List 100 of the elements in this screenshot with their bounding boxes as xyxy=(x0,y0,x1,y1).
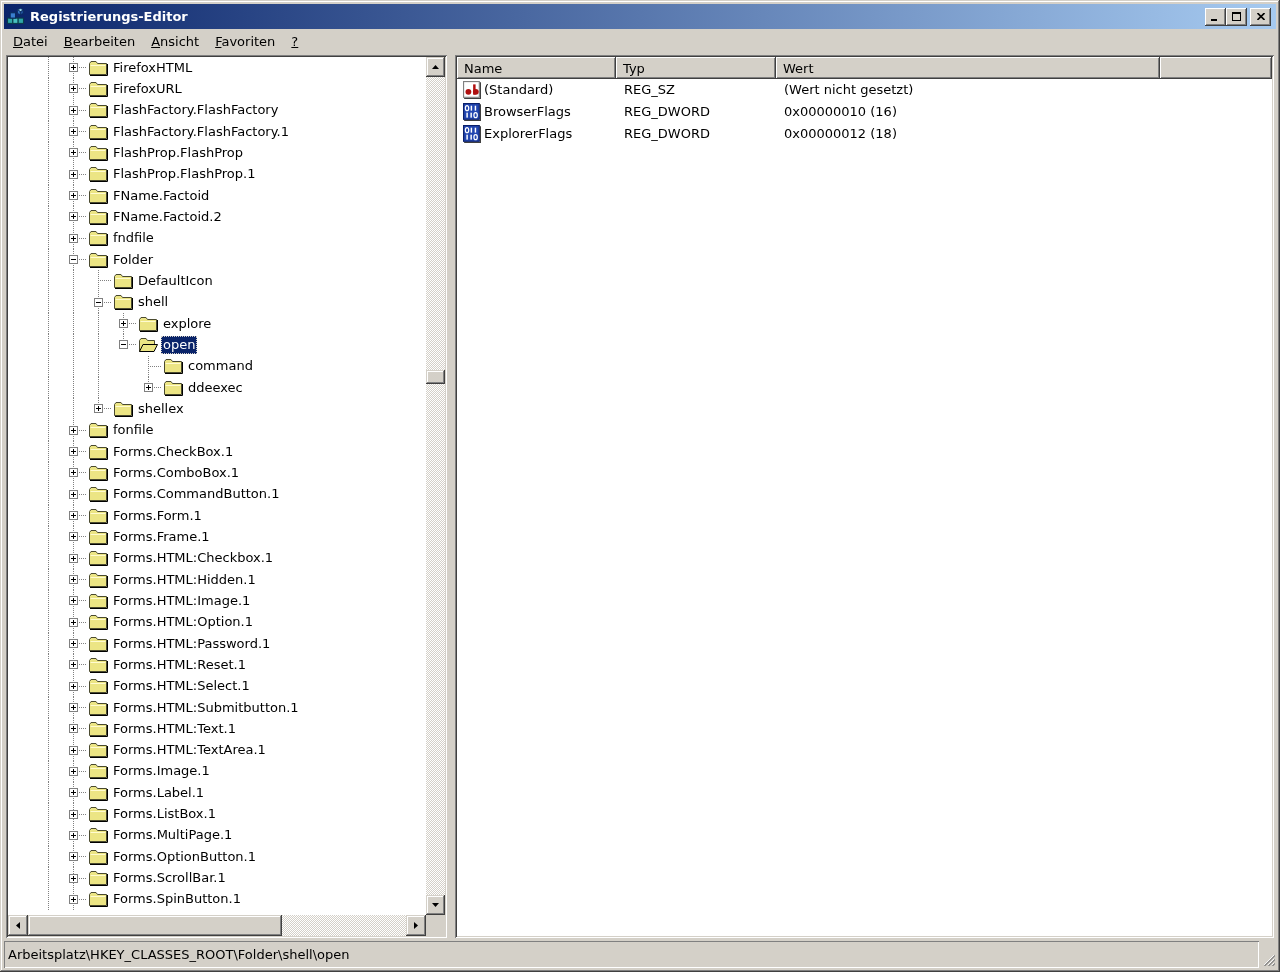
close-button[interactable] xyxy=(1250,7,1271,26)
maximize-button[interactable] xyxy=(1226,7,1247,26)
expand-icon[interactable] xyxy=(69,596,78,606)
expand-icon[interactable] xyxy=(69,553,78,563)
menu-item[interactable]: ? xyxy=(284,33,306,50)
value-name[interactable]: BrowserFlags xyxy=(483,104,572,120)
expand-icon[interactable] xyxy=(69,169,78,179)
collapse-icon[interactable] xyxy=(119,340,128,350)
expand-icon[interactable] xyxy=(69,84,78,94)
expand-icon[interactable] xyxy=(69,745,78,755)
folder-icon xyxy=(138,315,158,332)
tree-item[interactable]: Forms.HTML:Checkbox.1 xyxy=(111,549,276,568)
tree-item[interactable]: Forms.HTML:Option.1 xyxy=(111,613,255,632)
tree-item[interactable]: Forms.HTML:Hidden.1 xyxy=(111,570,258,589)
expand-icon[interactable] xyxy=(69,212,78,222)
tree-item[interactable]: shell xyxy=(136,293,171,312)
scroll-left-button[interactable] xyxy=(8,915,28,936)
minimize-button[interactable] xyxy=(1205,7,1226,26)
expand-icon[interactable] xyxy=(69,63,78,73)
expand-icon[interactable] xyxy=(69,105,78,115)
tree-item[interactable]: Forms.CheckBox.1 xyxy=(111,442,236,461)
menu-item[interactable]: Favoriten xyxy=(208,33,283,50)
tree-item[interactable]: Forms.HTML:Reset.1 xyxy=(111,655,248,674)
expand-icon[interactable] xyxy=(69,724,78,734)
expand-icon[interactable] xyxy=(69,788,78,798)
folder-icon xyxy=(88,870,108,887)
tree-item[interactable]: command xyxy=(186,357,255,376)
scrollbar-thumb[interactable] xyxy=(426,370,445,384)
value-name[interactable]: (Standard) xyxy=(483,82,555,98)
tree-item[interactable]: FlashFactory.FlashFactory xyxy=(111,101,281,120)
tree-item[interactable]: Forms.MultiPage.1 xyxy=(111,826,235,845)
tree-item[interactable]: Folder xyxy=(111,250,156,269)
tree-item[interactable]: FirefoxURL xyxy=(111,80,184,98)
expand-icon[interactable] xyxy=(69,809,78,819)
tree-item[interactable]: explore xyxy=(161,314,214,333)
tree-item[interactable]: ddeexec xyxy=(186,378,245,397)
expand-icon[interactable] xyxy=(69,660,78,670)
tree-item[interactable]: Forms.ListBox.1 xyxy=(111,805,218,824)
tree-item[interactable]: Forms.ComboBox.1 xyxy=(111,463,242,482)
tree-item[interactable]: DefaultIcon xyxy=(136,271,215,290)
expand-icon[interactable] xyxy=(69,894,78,904)
tree-item[interactable]: Forms.HTML:Image.1 xyxy=(111,591,253,610)
scrollbar-thumb[interactable] xyxy=(28,915,282,936)
expand-icon[interactable] xyxy=(94,404,103,414)
tree-item[interactable]: fndfile xyxy=(111,229,156,248)
tree-item[interactable]: FlashFactory.FlashFactory.1 xyxy=(111,122,291,141)
expand-icon[interactable] xyxy=(69,617,78,627)
tree-item[interactable]: Forms.SpinButton.1 xyxy=(111,890,243,909)
collapse-icon[interactable] xyxy=(94,297,103,307)
tree-item[interactable]: Forms.Frame.1 xyxy=(111,527,212,546)
tree-item[interactable]: Forms.HTML:Select.1 xyxy=(111,677,252,696)
tree-item[interactable]: Forms.Label.1 xyxy=(111,783,207,802)
tree-item[interactable]: fonfile xyxy=(111,421,156,440)
collapse-icon[interactable] xyxy=(69,255,78,265)
tree-item[interactable]: FName.Factoid xyxy=(111,186,212,205)
expand-icon[interactable] xyxy=(119,319,128,329)
tree-item[interactable]: Forms.Image.1 xyxy=(111,762,212,781)
expand-icon[interactable] xyxy=(69,703,78,712)
expand-icon[interactable] xyxy=(69,575,78,585)
tree-item[interactable]: shellex xyxy=(136,399,186,418)
expand-icon[interactable] xyxy=(69,681,78,691)
tree-item[interactable]: Forms.HTML:TextArea.1 xyxy=(111,741,268,760)
tree-item[interactable]: Forms.HTML:Submitbutton.1 xyxy=(111,698,301,717)
column-header[interactable]: Name xyxy=(457,57,616,79)
tree-item[interactable]: FlashProp.FlashProp xyxy=(111,143,246,162)
tree-item[interactable]: FirefoxHTML xyxy=(111,58,195,77)
tree-item[interactable]: FName.Factoid.2 xyxy=(111,207,224,226)
tree-item[interactable]: Forms.OptionButton.1 xyxy=(111,847,258,866)
column-header[interactable]: Wert xyxy=(776,57,1160,79)
expand-icon[interactable] xyxy=(69,447,78,457)
expand-icon[interactable] xyxy=(69,191,78,201)
scroll-up-button[interactable] xyxy=(426,57,445,77)
expand-icon[interactable] xyxy=(69,511,78,521)
menu-item[interactable]: Bearbeiten xyxy=(56,33,143,50)
expand-icon[interactable] xyxy=(69,127,78,137)
menu-item[interactable]: Datei xyxy=(6,33,55,50)
scroll-right-button[interactable] xyxy=(406,915,426,936)
expand-icon[interactable] xyxy=(69,148,78,158)
tree-item[interactable]: Forms.HTML:Password.1 xyxy=(111,634,273,653)
value-name[interactable]: ExplorerFlags xyxy=(483,126,574,142)
tree-item[interactable]: Forms.CommandButton.1 xyxy=(111,485,282,504)
tree-item[interactable]: open xyxy=(161,335,198,354)
expand-icon[interactable] xyxy=(69,233,78,243)
expand-icon[interactable] xyxy=(69,830,78,840)
expand-icon[interactable] xyxy=(69,767,78,776)
expand-icon[interactable] xyxy=(69,873,78,883)
tree-item[interactable]: Forms.Form.1 xyxy=(111,506,204,525)
column-header[interactable]: Typ xyxy=(616,57,776,79)
expand-icon[interactable] xyxy=(144,383,153,393)
expand-icon[interactable] xyxy=(69,425,78,435)
tree-item[interactable]: FlashProp.FlashProp.1 xyxy=(111,165,258,184)
scroll-down-button[interactable] xyxy=(426,895,445,915)
expand-icon[interactable] xyxy=(69,489,78,499)
menu-item[interactable]: Ansicht xyxy=(144,33,207,50)
expand-icon[interactable] xyxy=(69,639,78,648)
expand-icon[interactable] xyxy=(69,852,78,862)
tree-item[interactable]: Forms.ScrollBar.1 xyxy=(111,869,228,888)
expand-icon[interactable] xyxy=(69,468,78,478)
tree-item[interactable]: Forms.HTML:Text.1 xyxy=(111,719,238,738)
expand-icon[interactable] xyxy=(69,532,78,542)
